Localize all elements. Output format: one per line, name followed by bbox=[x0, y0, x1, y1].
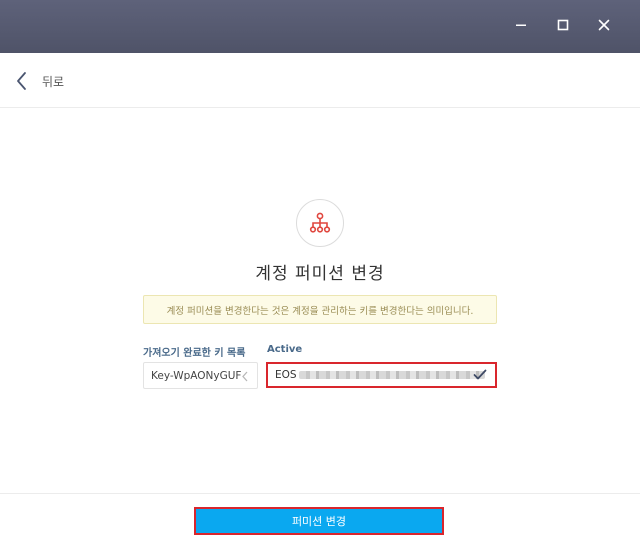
maximize-icon bbox=[557, 19, 569, 31]
back-label: 뒤로 bbox=[42, 74, 65, 89]
key-hierarchy-icon bbox=[309, 212, 331, 233]
change-permission-button[interactable]: 퍼미션 변경 bbox=[194, 507, 444, 535]
minimize-button[interactable] bbox=[508, 12, 534, 38]
maximize-button[interactable] bbox=[550, 12, 576, 38]
window-titlebar bbox=[0, 0, 640, 53]
selected-key-value: Key-WpAONyGUF bbox=[151, 369, 242, 382]
imported-key-select[interactable]: Key-WpAONyGUF bbox=[143, 362, 258, 389]
page-header: 뒤로 bbox=[0, 53, 640, 108]
back-button[interactable]: 뒤로 bbox=[14, 69, 64, 93]
minimize-icon bbox=[516, 24, 526, 26]
page-title: 계정 퍼미션 변경 bbox=[255, 264, 385, 284]
imported-keys-label: 가져오기 완료한 키 목록 bbox=[143, 348, 246, 359]
active-key-field[interactable]: EOS bbox=[266, 362, 497, 388]
chevron-left-icon bbox=[242, 371, 248, 382]
close-icon bbox=[598, 19, 610, 31]
footer-divider bbox=[0, 493, 640, 494]
checkmark-icon bbox=[473, 369, 487, 380]
close-button[interactable] bbox=[591, 12, 617, 38]
chevron-left-icon bbox=[17, 72, 26, 90]
permission-notice: 계정 퍼미션을 변경한다는 것은 계정을 관리하는 키를 변경한다는 의미입니다… bbox=[143, 295, 497, 324]
redacted-key bbox=[298, 371, 485, 379]
active-key-prefix: EOS bbox=[275, 369, 297, 381]
active-label: Active bbox=[267, 344, 303, 355]
permission-icon-badge bbox=[296, 199, 344, 247]
